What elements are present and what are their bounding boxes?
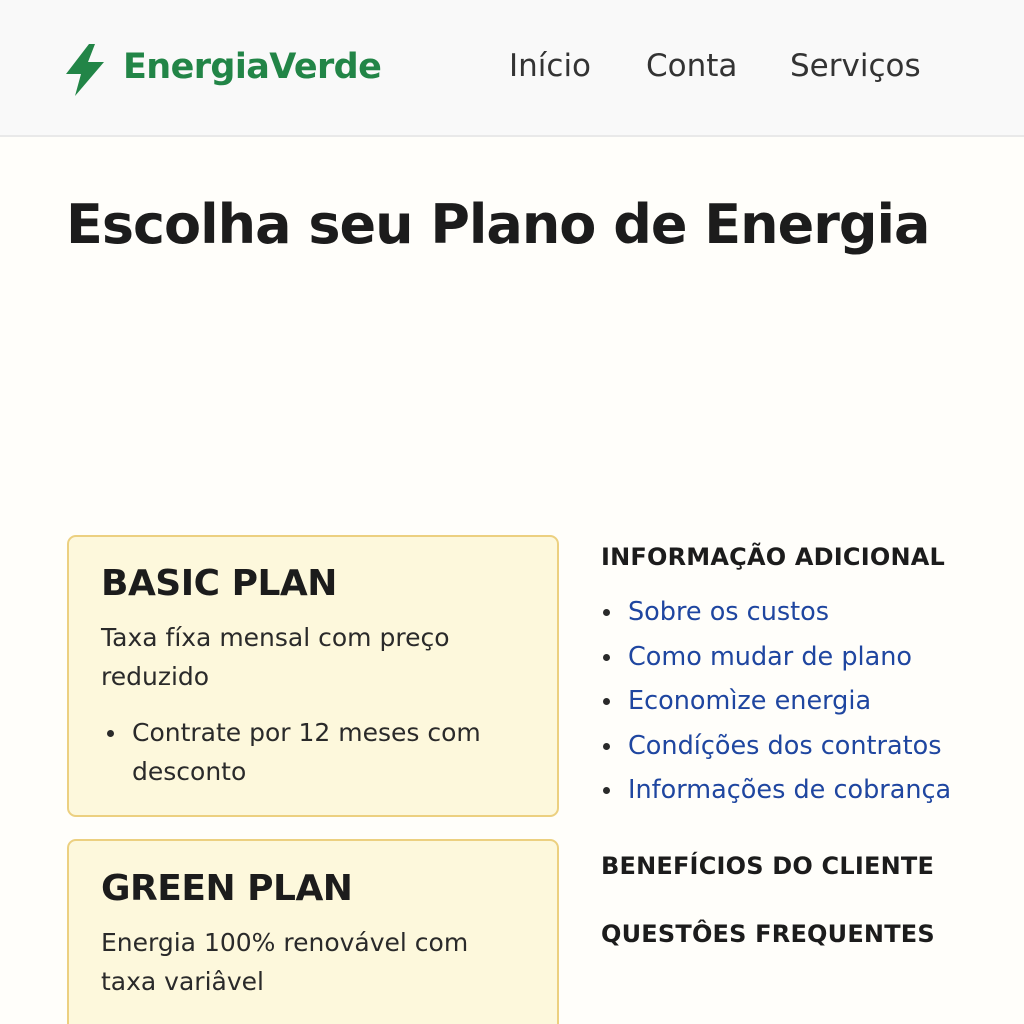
plan-title: GREEN PLAN: [101, 868, 353, 909]
nav-link-conta[interactable]: Conta: [646, 48, 737, 84]
brand-logo[interactable]: EnergiaVerde: [64, 44, 382, 96]
info-link-economize-energia[interactable]: Economìze energia: [628, 686, 871, 716]
plan-feature-item: Contrate por 12 meses com desconto: [101, 713, 521, 791]
info-link-item: Economìze energia: [601, 681, 951, 726]
page-title: Escolha seu Plano de Energia: [66, 193, 930, 256]
additional-info-heading: INFORMAÇÃO ADICIONAL: [601, 543, 946, 571]
info-link-condicoes-dos-contratos[interactable]: Condíções dos contratos: [628, 731, 942, 761]
info-link-informacoes-de-cobranca[interactable]: Informações de cobrança: [628, 775, 951, 805]
plan-title: BASIC PLAN: [101, 563, 337, 604]
additional-info-links: Sobre os custos Como mudar de plano Econ…: [601, 592, 951, 815]
plan-card-green[interactable]: GREEN PLAN Energia 100% renovável com ta…: [67, 839, 559, 1024]
lightning-bolt-icon: [64, 44, 106, 96]
nav-link-inicio[interactable]: Início: [509, 48, 591, 84]
plan-card-basic[interactable]: BASIC PLAN Taxa fíxa mensal com preço re…: [67, 535, 559, 817]
info-link-sobre-os-custos[interactable]: Sobre os custos: [628, 597, 829, 627]
info-link-item: Como mudar de plano: [601, 637, 951, 682]
info-link-como-mudar-de-plano[interactable]: Como mudar de plano: [628, 642, 912, 672]
plan-feature-list: Contrate por 12 meses com desconto: [101, 713, 521, 791]
nav-link-servicos[interactable]: Serviços: [790, 48, 921, 84]
site-header: EnergiaVerde Início Conta Serviços: [0, 0, 1024, 137]
brand-name: EnergiaVerde: [123, 47, 382, 87]
plan-description: Energia 100% renovável com taxa variâvel: [101, 928, 469, 996]
info-link-item: Sobre os custos: [601, 592, 951, 637]
plan-description: Taxa fíxa mensal com preço reduzido: [101, 623, 450, 691]
info-link-item: Condíções dos contratos: [601, 726, 951, 771]
faq-heading[interactable]: QUESTÔES FREQUENTES: [601, 920, 935, 948]
customer-benefits-heading[interactable]: BENEFÍCIOS DO CLIENTE: [601, 852, 934, 880]
info-link-item: Informações de cobrança: [601, 770, 951, 815]
